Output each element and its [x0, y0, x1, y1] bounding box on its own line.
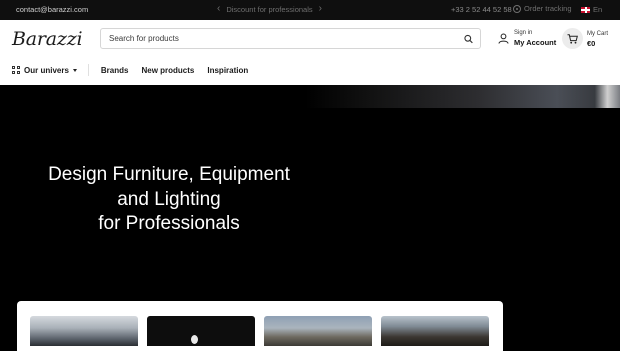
site-header: Barazzi Sign in My Account My Cart €0	[0, 20, 620, 85]
nav-link-new-products[interactable]: New products	[141, 66, 194, 75]
chevron-left-icon[interactable]: ‹	[217, 4, 220, 14]
category-thumbnail[interactable]	[147, 316, 255, 346]
location-icon	[513, 4, 521, 13]
category-thumbnail[interactable]	[264, 316, 372, 346]
category-panel	[17, 301, 503, 351]
cart-total: €0	[587, 38, 596, 48]
chevron-down-icon	[72, 68, 77, 72]
hero-title-line-3: for Professionals	[98, 213, 240, 234]
hero-image	[305, 85, 620, 108]
main-nav: Our univers Brands New products Inspirat…	[12, 63, 248, 77]
uk-flag-icon	[581, 6, 590, 13]
promo-carousel: ‹ Discount for professionals ›	[217, 4, 322, 14]
chevron-right-icon[interactable]: ›	[319, 4, 322, 14]
hero-title-line-1: Design Furniture, Equipment	[48, 164, 290, 185]
category-thumbnail[interactable]	[30, 316, 138, 346]
search-bar	[100, 28, 481, 49]
promo-text[interactable]: Discount for professionals	[226, 5, 312, 14]
cart-icon	[567, 33, 578, 44]
order-tracking-link[interactable]: Order tracking	[513, 4, 572, 13]
hero-title: Design Furniture, Equipment and Lighting…	[40, 163, 298, 237]
our-univers-menu[interactable]: Our univers	[12, 64, 89, 76]
nav-link-inspiration[interactable]: Inspiration	[207, 66, 248, 75]
user-icon	[498, 33, 509, 44]
contact-email-link[interactable]: contact@barazzi.com	[16, 5, 88, 14]
logo[interactable]: Barazzi	[12, 28, 83, 50]
language-label: En	[593, 5, 603, 14]
language-selector[interactable]: En	[581, 5, 602, 14]
category-thumbnail[interactable]	[381, 316, 489, 346]
nav-link-brands[interactable]: Brands	[101, 66, 129, 75]
order-tracking-label: Order tracking	[524, 4, 572, 13]
phone-number[interactable]: +33 2 52 44 52 58	[451, 5, 512, 14]
hero-title-line-2: and Lighting	[117, 188, 221, 210]
account-link[interactable]: Sign in My Account	[498, 29, 556, 47]
account-label: My Account	[514, 38, 557, 47]
cart-small-label: My Cart	[587, 30, 608, 37]
cart-link[interactable]: My Cart €0	[562, 28, 608, 49]
search-input[interactable]	[101, 34, 451, 43]
grid-icon	[12, 66, 20, 74]
account-small-label: Sign in	[514, 30, 533, 36]
our-univers-label: Our univers	[24, 65, 69, 75]
search-icon[interactable]	[464, 34, 473, 44]
cart-icon-wrapper	[562, 28, 583, 49]
top-utility-bar: contact@barazzi.com ‹ Discount for profe…	[0, 0, 620, 20]
